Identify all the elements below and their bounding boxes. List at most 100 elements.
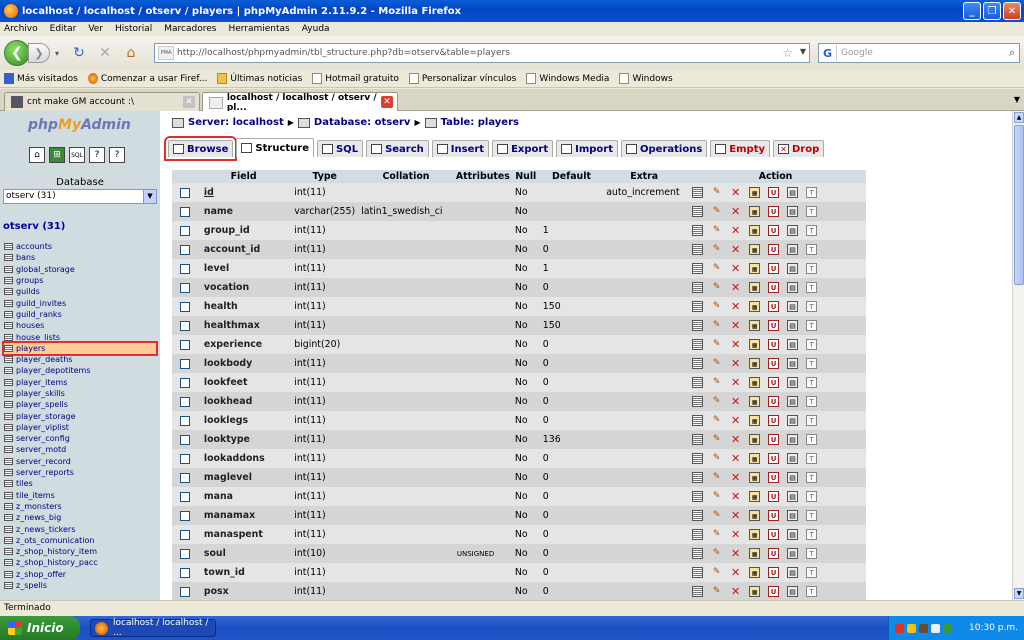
primary-key-icon[interactable]: ▦ xyxy=(749,320,761,331)
menu-ver[interactable]: Ver xyxy=(88,24,103,34)
tab-import[interactable]: Import xyxy=(556,140,618,157)
sidebar-table-item[interactable]: players xyxy=(2,340,158,357)
unique-icon[interactable]: U xyxy=(768,244,780,255)
docs-icon[interactable]: ? xyxy=(89,147,105,163)
vertical-scrollbar[interactable]: ▲ ▼ xyxy=(1012,111,1024,600)
url-dropdown-icon[interactable]: ▼ xyxy=(800,47,806,56)
fulltext-icon[interactable]: T xyxy=(806,320,818,331)
unique-icon[interactable]: U xyxy=(768,567,780,578)
table-icon[interactable] xyxy=(4,412,13,420)
unique-icon[interactable]: U xyxy=(768,282,780,293)
unique-icon[interactable]: U xyxy=(768,472,780,483)
table-icon[interactable] xyxy=(4,265,13,273)
sidebar-table-item[interactable]: server_record xyxy=(4,456,160,467)
table-icon[interactable] xyxy=(4,254,13,262)
sidebar-table-item[interactable]: player_storage xyxy=(4,410,160,421)
search-engine-icon[interactable]: G xyxy=(819,45,837,61)
index-icon[interactable]: ▤ xyxy=(787,453,799,464)
mysql-docs-icon[interactable]: ? xyxy=(109,147,125,163)
unique-icon[interactable]: U xyxy=(768,320,780,331)
browse-distinct-icon[interactable] xyxy=(692,453,704,464)
unique-icon[interactable]: U xyxy=(768,434,780,445)
browse-distinct-icon[interactable] xyxy=(692,548,704,559)
row-checkbox[interactable] xyxy=(180,358,190,369)
menu-archivo[interactable]: Archivo xyxy=(4,24,38,34)
close-window-button[interactable]: ✕ xyxy=(1003,2,1021,20)
browse-distinct-icon[interactable] xyxy=(692,244,704,255)
bookmark-personalizar[interactable]: Personalizar vínculos xyxy=(408,73,516,84)
table-icon[interactable] xyxy=(4,446,13,454)
fulltext-icon[interactable]: T xyxy=(806,263,818,274)
menu-herramientas[interactable]: Herramientas xyxy=(228,24,289,34)
fulltext-icon[interactable]: T xyxy=(806,434,818,445)
row-checkbox[interactable] xyxy=(180,434,190,445)
sidebar-table-item[interactable]: server_config xyxy=(4,433,160,444)
fulltext-icon[interactable]: T xyxy=(806,301,818,312)
sidebar-table-item[interactable]: z_shop_history_pacc xyxy=(4,557,160,568)
browse-distinct-icon[interactable] xyxy=(692,491,704,502)
bookmark-ultimas-noticias[interactable]: Últimas noticias xyxy=(217,73,302,84)
table-icon[interactable] xyxy=(4,288,13,296)
sidebar-table-item[interactable]: groups xyxy=(4,275,160,286)
maximize-button[interactable]: ❐ xyxy=(983,2,1001,20)
tab-search[interactable]: Search xyxy=(366,140,429,157)
fulltext-icon[interactable]: T xyxy=(806,491,818,502)
index-icon[interactable]: ▤ xyxy=(787,320,799,331)
sidebar-table-item[interactable]: house_lists xyxy=(4,331,160,342)
sidebar-table-item[interactable]: houses xyxy=(4,320,160,331)
sidebar-table-item[interactable]: guild_invites xyxy=(4,297,160,308)
breadcrumb-server[interactable]: Server: localhost xyxy=(188,117,284,128)
table-icon[interactable] xyxy=(4,344,13,352)
edit-icon[interactable]: ✎ xyxy=(711,472,722,483)
primary-key-icon[interactable]: ▦ xyxy=(749,415,761,426)
browse-distinct-icon[interactable] xyxy=(692,282,704,293)
drop-icon[interactable]: ✕ xyxy=(730,586,741,597)
primary-key-icon[interactable]: ▦ xyxy=(749,377,761,388)
edit-icon[interactable]: ✎ xyxy=(711,586,722,597)
bookmark-windows-media[interactable]: Windows Media xyxy=(526,73,609,84)
sidebar-table-item[interactable]: player_viplist xyxy=(4,422,160,433)
browse-distinct-icon[interactable] xyxy=(692,586,704,597)
tray-icon[interactable] xyxy=(943,623,952,633)
row-checkbox[interactable] xyxy=(180,396,190,407)
tab-drop[interactable]: ✕ Drop xyxy=(773,140,825,157)
index-icon[interactable]: ▤ xyxy=(787,510,799,521)
row-checkbox[interactable] xyxy=(180,586,190,597)
drop-icon[interactable]: ✕ xyxy=(730,529,741,540)
phpmyadmin-logo[interactable]: phpMyAdmin xyxy=(28,117,131,133)
primary-key-icon[interactable]: ▦ xyxy=(749,396,761,407)
index-icon[interactable]: ▤ xyxy=(787,244,799,255)
primary-key-icon[interactable]: ▦ xyxy=(749,282,761,293)
table-icon[interactable] xyxy=(4,310,13,318)
index-icon[interactable]: ▤ xyxy=(787,206,799,217)
stop-icon[interactable]: ✕ xyxy=(96,44,114,62)
index-icon[interactable]: ▤ xyxy=(787,491,799,502)
edit-icon[interactable]: ✎ xyxy=(711,358,722,369)
table-icon[interactable] xyxy=(4,536,13,544)
fulltext-icon[interactable]: T xyxy=(806,472,818,483)
unique-icon[interactable]: U xyxy=(768,187,780,198)
sidebar-table-item[interactable]: server_reports xyxy=(4,467,160,478)
table-icon[interactable] xyxy=(4,277,13,285)
sidebar-table-item[interactable]: player_depotitems xyxy=(4,365,160,376)
drop-icon[interactable]: ✕ xyxy=(730,225,741,236)
primary-key-icon[interactable]: ▦ xyxy=(749,244,761,255)
sidebar-table-item[interactable]: z_ots_comunication xyxy=(4,535,160,546)
browse-distinct-icon[interactable] xyxy=(692,339,704,350)
bookmark-star-icon[interactable]: ☆ xyxy=(782,46,793,60)
drop-icon[interactable]: ✕ xyxy=(730,548,741,559)
browser-tab-inactive[interactable]: cnt make GM account :\ ✕ xyxy=(4,92,200,111)
row-checkbox[interactable] xyxy=(180,263,190,274)
browse-distinct-icon[interactable] xyxy=(692,396,704,407)
edit-icon[interactable]: ✎ xyxy=(711,244,722,255)
edit-icon[interactable]: ✎ xyxy=(711,263,722,274)
table-icon[interactable] xyxy=(4,457,13,465)
primary-key-icon[interactable]: ▦ xyxy=(749,434,761,445)
index-icon[interactable]: ▤ xyxy=(787,396,799,407)
index-icon[interactable]: ▤ xyxy=(787,377,799,388)
primary-key-icon[interactable]: ▦ xyxy=(749,548,761,559)
row-checkbox[interactable] xyxy=(180,510,190,521)
fulltext-icon[interactable]: T xyxy=(806,225,818,236)
fulltext-icon[interactable]: T xyxy=(806,586,818,597)
primary-key-icon[interactable]: ▦ xyxy=(749,301,761,312)
